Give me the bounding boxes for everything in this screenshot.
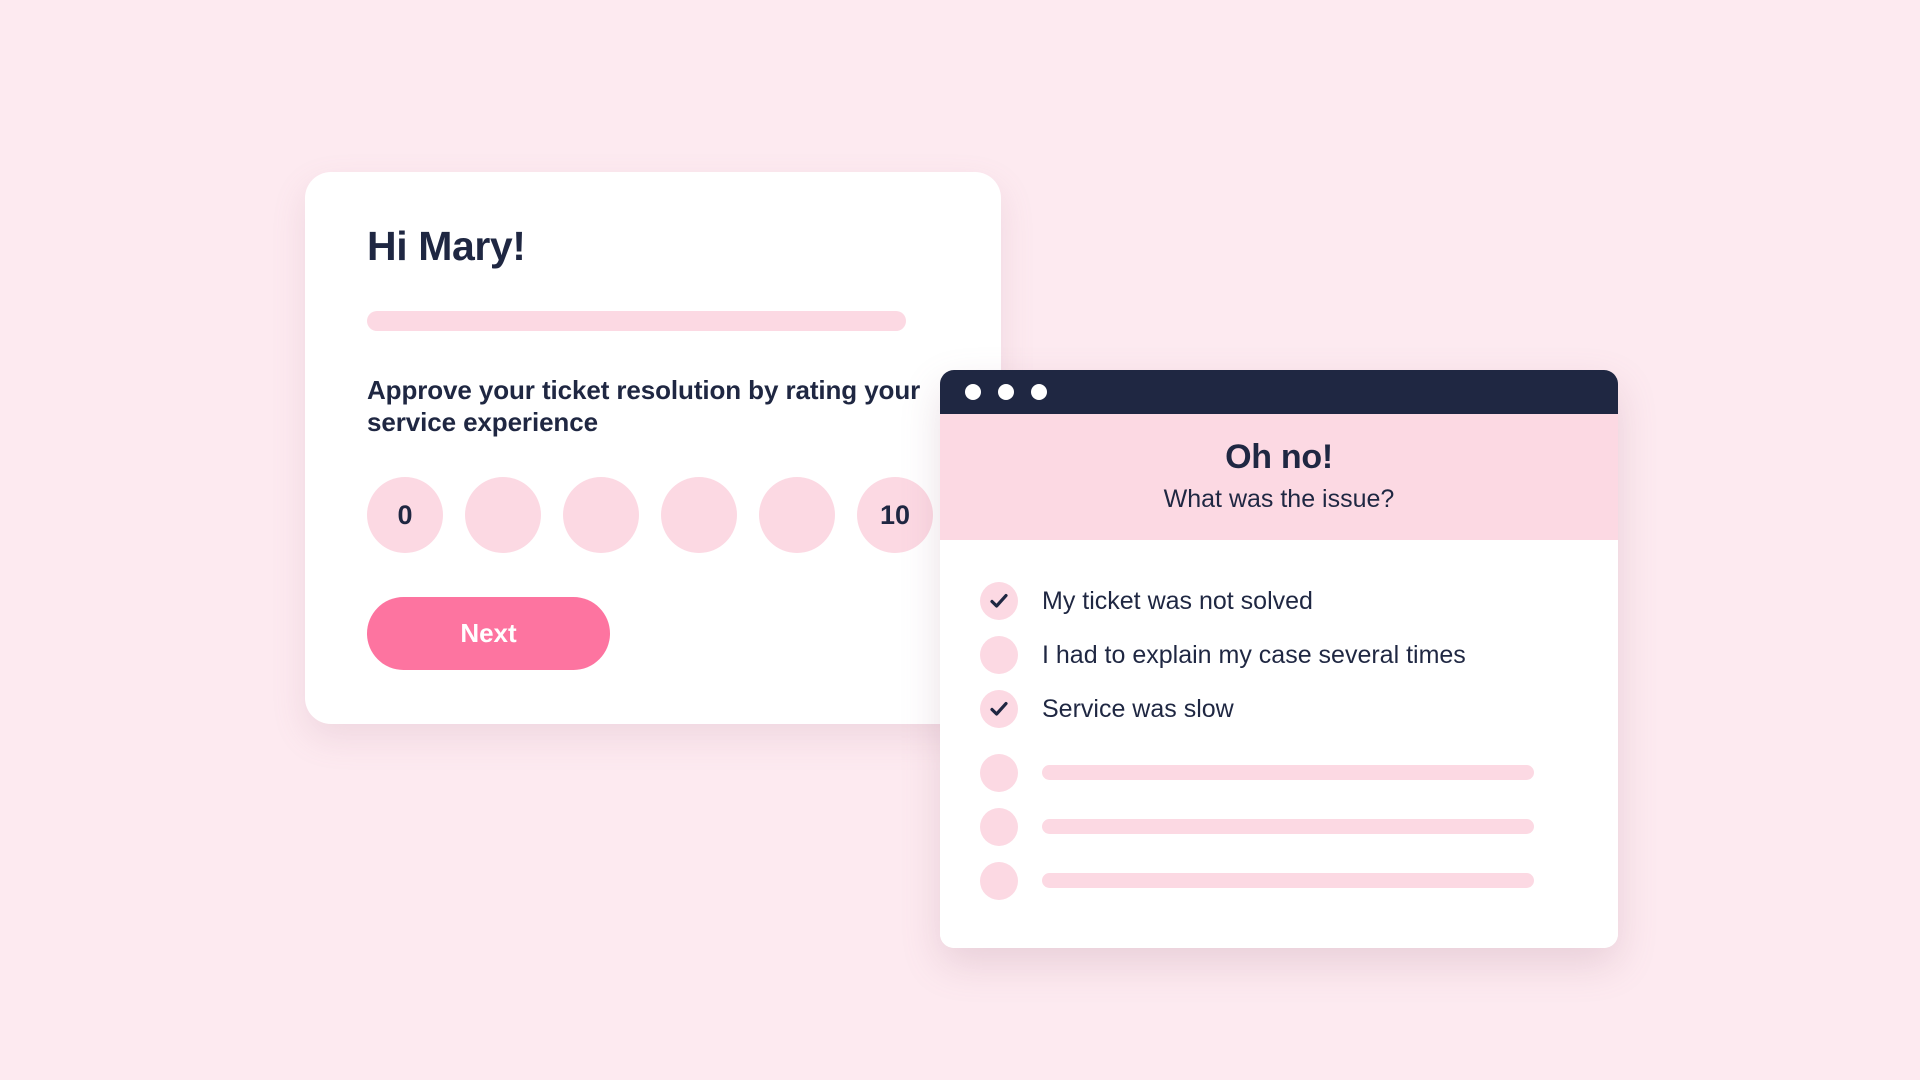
issue-option-label: Service was slow bbox=[1042, 694, 1234, 723]
rating-option-1[interactable] bbox=[465, 477, 541, 554]
window-title-bar bbox=[940, 370, 1618, 414]
issue-option-row[interactable]: I had to explain my case several times bbox=[940, 628, 1618, 682]
screen-canvas: Hi Mary! Approve your ticket resolution … bbox=[0, 0, 1920, 1080]
greeting-heading: Hi Mary! bbox=[367, 223, 526, 269]
survey-question-text: Approve your ticket resolution by rating… bbox=[367, 375, 921, 438]
window-maximize-dot-icon[interactable] bbox=[1031, 384, 1047, 400]
rating-option-3[interactable] bbox=[661, 477, 737, 554]
issue-header: Oh no! What was the issue? bbox=[940, 414, 1618, 540]
survey-card-content: Hi Mary! Approve your ticket resolution … bbox=[305, 172, 1001, 671]
checkmark-icon[interactable] bbox=[980, 689, 1018, 728]
rating-option-2[interactable] bbox=[563, 477, 639, 554]
issue-option-row[interactable]: My ticket was not solved bbox=[940, 574, 1618, 628]
window-minimize-dot-icon[interactable] bbox=[998, 384, 1014, 400]
issue-option-placeholder-row[interactable] bbox=[940, 746, 1618, 800]
issue-option-placeholder-bar bbox=[1042, 765, 1534, 781]
rating-option-0[interactable]: 0 bbox=[367, 477, 443, 554]
window-close-dot-icon[interactable] bbox=[965, 384, 981, 400]
issue-option-row[interactable]: Service was slow bbox=[940, 682, 1618, 736]
issue-option-label: I had to explain my case several times bbox=[1042, 640, 1466, 669]
issue-picker-window: Oh no! What was the issue? My ticket was… bbox=[940, 370, 1618, 948]
issue-option-list: My ticket was not solved I had to explai… bbox=[940, 539, 1618, 948]
survey-rating-card: Hi Mary! Approve your ticket resolution … bbox=[305, 172, 1001, 724]
empty-checkbox-icon[interactable] bbox=[980, 807, 1018, 846]
next-button[interactable]: Next bbox=[367, 597, 610, 671]
rating-scale: 0 10 bbox=[367, 477, 939, 554]
issue-option-placeholder-row[interactable] bbox=[940, 800, 1618, 854]
rating-option-10[interactable]: 10 bbox=[857, 477, 933, 554]
empty-checkbox-icon[interactable] bbox=[980, 635, 1018, 674]
issue-option-label: My ticket was not solved bbox=[1042, 586, 1313, 615]
issue-subtitle: What was the issue? bbox=[1163, 485, 1395, 514]
issue-option-placeholder-bar bbox=[1042, 819, 1534, 835]
survey-progress-bar bbox=[367, 311, 906, 332]
empty-checkbox-icon[interactable] bbox=[980, 753, 1018, 792]
issue-title: Oh no! bbox=[1225, 438, 1333, 476]
empty-checkbox-icon[interactable] bbox=[980, 861, 1018, 900]
checkmark-icon[interactable] bbox=[980, 581, 1018, 620]
rating-option-4[interactable] bbox=[759, 477, 835, 554]
issue-option-placeholder-row[interactable] bbox=[940, 854, 1618, 908]
issue-option-placeholder-bar bbox=[1042, 873, 1534, 889]
